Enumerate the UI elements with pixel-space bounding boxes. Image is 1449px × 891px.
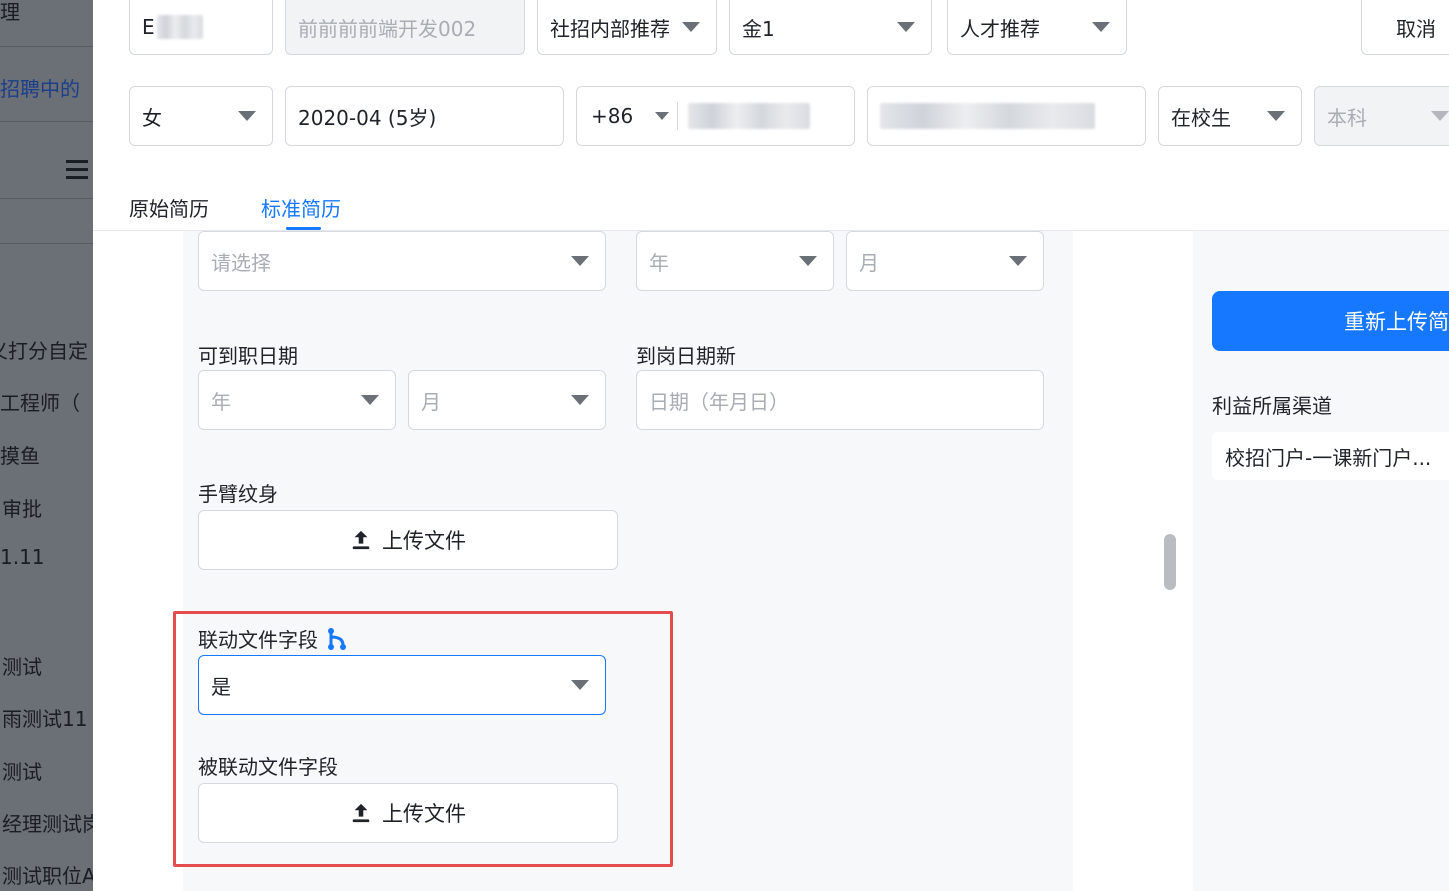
divider <box>0 121 93 122</box>
background-app-sidebar: 理 招聘中的 义打分自定 工程师（ 摸鱼 审批 1.11 测试 雨测试11 测试… <box>0 0 93 891</box>
position-value: 前前前前端开发002 <box>298 16 477 41</box>
cancel-button[interactable]: 取消 <box>1361 0 1449 55</box>
chevron-down-icon <box>682 22 700 32</box>
chevron-down-icon[interactable] <box>655 112 670 120</box>
bg-menu-item: 1.11 <box>0 545 45 569</box>
bg-menu-item: 雨测试11 <box>2 707 88 731</box>
arrival-date-label: 到岗日期新 <box>636 344 736 368</box>
bg-menu-item: 义打分自定 <box>0 339 88 363</box>
bg-menu-item: 招聘中的 <box>0 77 80 101</box>
upload-icon <box>352 530 370 550</box>
year-placeholder: 年 <box>211 389 231 414</box>
scrollbar-thumb[interactable] <box>1164 534 1176 590</box>
divider <box>0 243 93 244</box>
level-value: 金1 <box>742 16 775 41</box>
bg-menu-item: 审批 <box>2 497 42 521</box>
bg-menu-item: 经理测试岗 <box>2 812 93 836</box>
chevron-down-icon <box>1009 256 1027 266</box>
degree-value: 本科 <box>1327 105 1367 130</box>
date-placeholder: 日期（年月日） <box>649 389 789 414</box>
bg-menu-item: 测试 <box>2 655 42 679</box>
student-status-select[interactable]: 在校生 <box>1158 86 1302 146</box>
bg-menu-item: 摸鱼 <box>0 444 40 468</box>
bg-menu-item: 测试职位A <box>2 864 93 888</box>
email-input[interactable] <box>867 86 1146 146</box>
arrival-date-input[interactable]: 日期（年月日） <box>636 370 1044 430</box>
month-placeholder: 月 <box>859 250 879 275</box>
available-date-label: 可到职日期 <box>198 344 298 368</box>
generic-select[interactable]: 请选择 <box>198 231 606 291</box>
chevron-down-icon <box>1267 111 1285 121</box>
year-select[interactable]: 年 <box>636 231 834 291</box>
degree-select: 本科 <box>1314 86 1449 146</box>
divider <box>0 198 93 199</box>
chevron-down-icon <box>799 256 817 266</box>
gender-value: 女 <box>142 105 162 130</box>
redacted-text <box>156 15 203 39</box>
upload-button[interactable]: 上传文件 <box>198 510 618 570</box>
bg-menu-item: 测试 <box>2 760 42 784</box>
birth-date-input[interactable]: 2020-04 (5岁) <box>285 86 564 146</box>
available-month-select[interactable]: 月 <box>408 370 606 430</box>
tab-original-resume[interactable]: 原始简历 <box>129 193 209 222</box>
source-value: 人才推荐 <box>960 16 1040 41</box>
chevron-down-icon <box>897 22 915 32</box>
year-placeholder: 年 <box>649 250 669 275</box>
bg-menu-item: 工程师（ <box>0 391 80 415</box>
chevron-down-icon <box>361 395 379 405</box>
name-value: E <box>142 15 155 39</box>
bg-menu-item: 理 <box>0 0 20 24</box>
chevron-down-icon <box>238 111 256 121</box>
source-select[interactable]: 人才推荐 <box>947 0 1127 55</box>
select-placeholder: 请选择 <box>211 250 271 275</box>
divider <box>677 102 679 130</box>
available-year-select[interactable]: 年 <box>198 370 396 430</box>
status-value: 在校生 <box>1171 105 1231 130</box>
chevron-down-icon <box>1092 22 1110 32</box>
position-input: 前前前前端开发002 <box>285 0 525 55</box>
phone-input[interactable]: +86 <box>576 86 855 146</box>
tab-standard-resume[interactable]: 标准简历 <box>261 193 341 222</box>
channel-owner-value: 校招门户-一课新门户... <box>1212 432 1449 480</box>
channel-value: 社招内部推荐 <box>550 16 670 41</box>
chevron-down-icon <box>1431 111 1449 121</box>
birth-value: 2020-04 (5岁) <box>298 105 437 130</box>
divider <box>0 46 93 47</box>
chevron-down-icon <box>571 256 589 266</box>
gender-select[interactable]: 女 <box>129 86 273 146</box>
channel-owner-label: 利益所属渠道 <box>1212 394 1332 418</box>
redacted-email <box>880 103 1095 129</box>
country-code: +86 <box>591 104 634 128</box>
chevron-down-icon <box>571 395 589 405</box>
month-placeholder: 月 <box>421 389 441 414</box>
channel-select[interactable]: 社招内部推荐 <box>537 0 717 55</box>
redacted-phone <box>688 103 811 129</box>
highlight-box <box>173 611 673 867</box>
reupload-resume-button[interactable]: 重新上传简历 <box>1212 291 1449 351</box>
name-input[interactable]: E <box>129 0 273 55</box>
tattoo-label: 手臂纹身 <box>198 482 278 506</box>
list-icon <box>66 160 88 180</box>
upload-label: 上传文件 <box>382 529 466 553</box>
month-select[interactable]: 月 <box>846 231 1044 291</box>
level-select[interactable]: 金1 <box>729 0 932 55</box>
